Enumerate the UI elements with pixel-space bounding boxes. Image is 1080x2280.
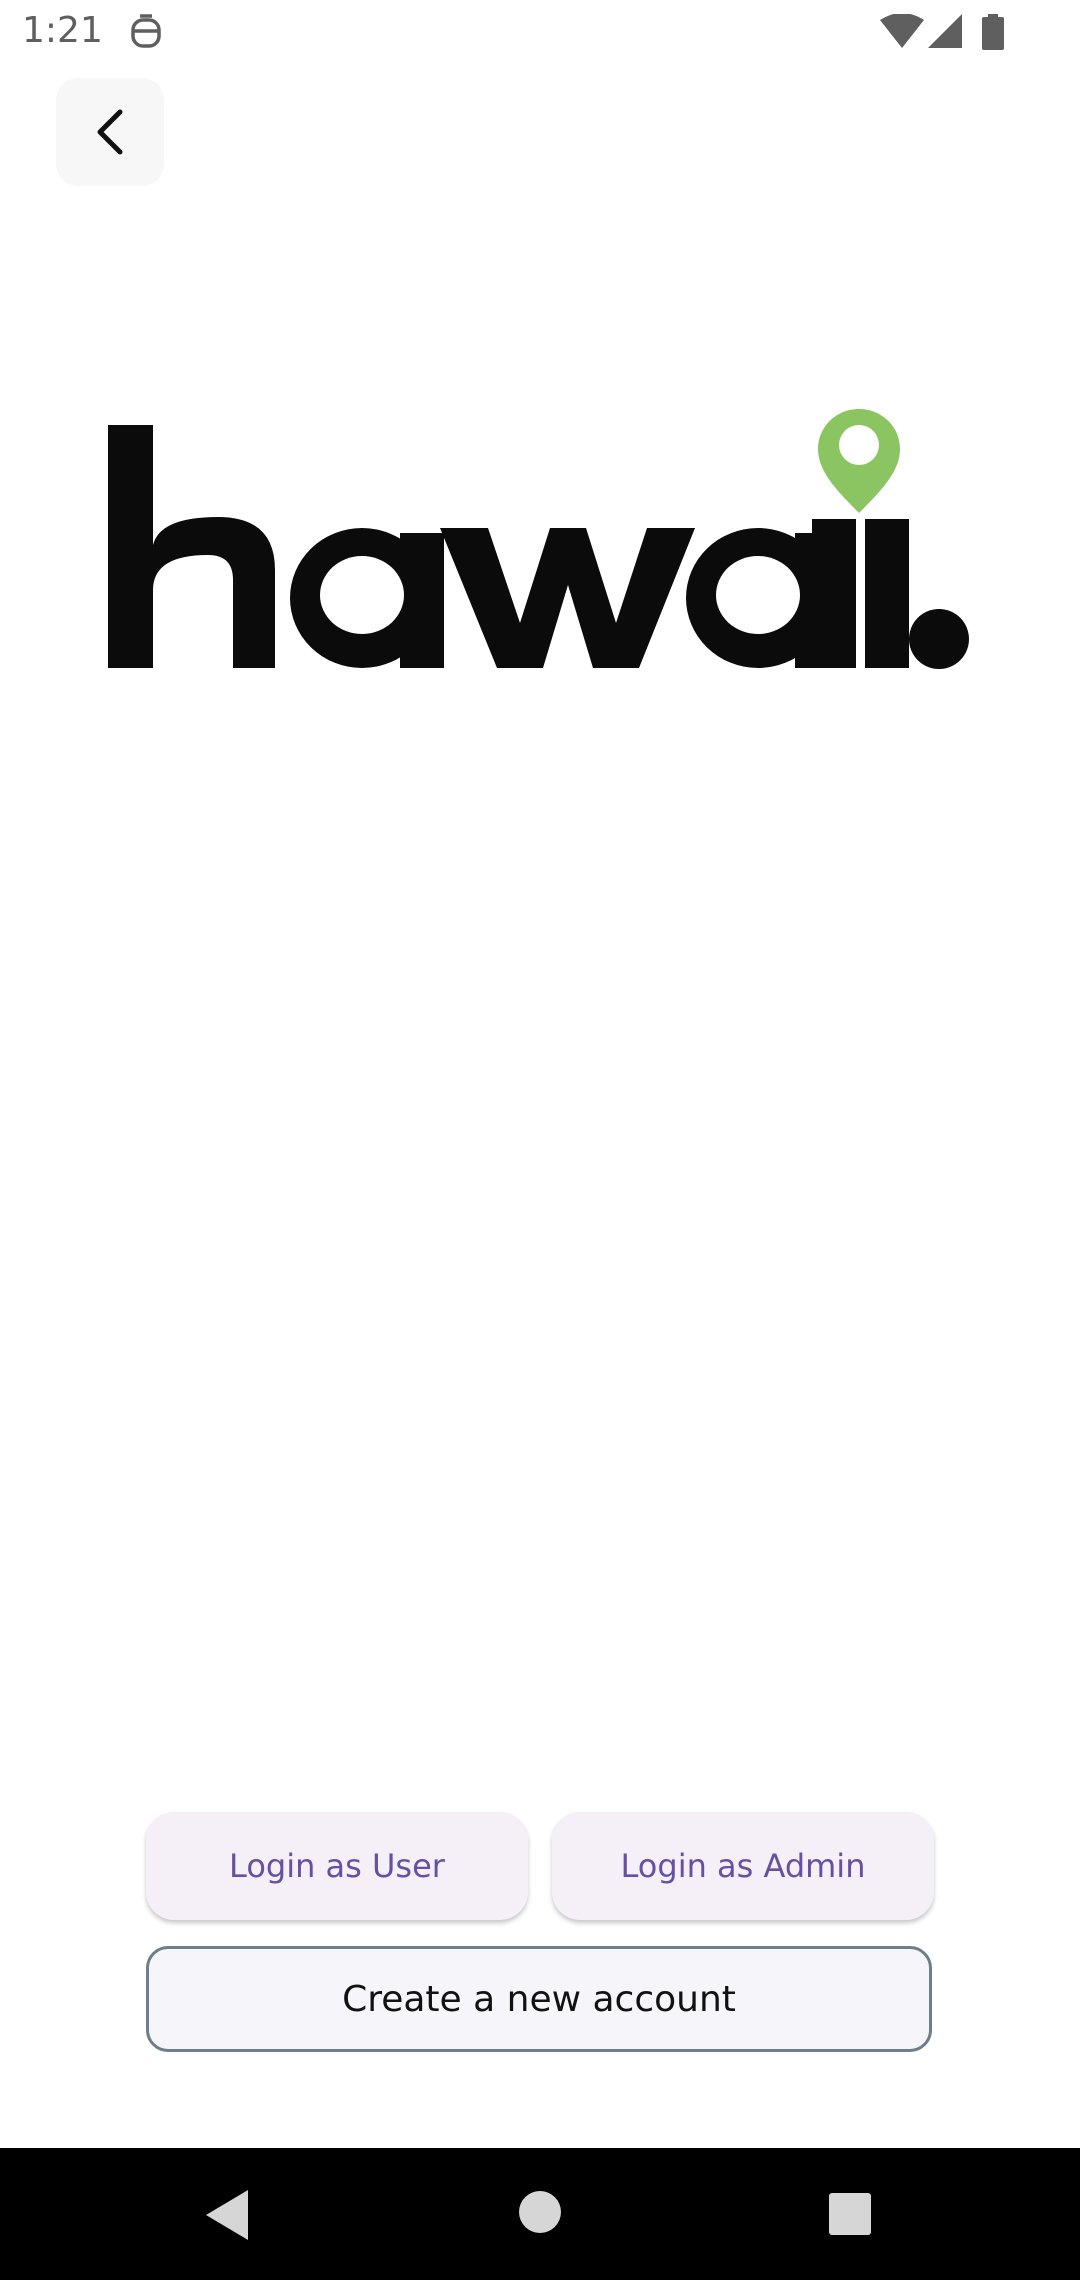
nav-back-icon[interactable] (202, 2188, 252, 2242)
app-notification-icon (131, 14, 161, 48)
system-nav-bar (0, 2148, 1080, 2280)
login-as-user-button[interactable]: Login as User (146, 1812, 528, 1920)
status-bar: 1:21 (0, 0, 1080, 64)
chevron-left-icon (97, 109, 123, 155)
nav-home-icon[interactable] (518, 2190, 562, 2234)
nav-recents-icon[interactable] (828, 2192, 872, 2236)
back-button[interactable] (56, 78, 164, 186)
cellular-signal-icon (928, 14, 962, 48)
login-as-admin-button[interactable]: Login as Admin (552, 1812, 934, 1920)
battery-icon (982, 14, 1004, 50)
hawaii-logo (108, 409, 969, 669)
wifi-icon (880, 14, 924, 48)
status-time: 1:21 (22, 10, 103, 51)
create-account-button[interactable]: Create a new account (146, 1946, 932, 2052)
login-screen: 1:21 Login as User Login as Admin Create… (0, 0, 1080, 2280)
